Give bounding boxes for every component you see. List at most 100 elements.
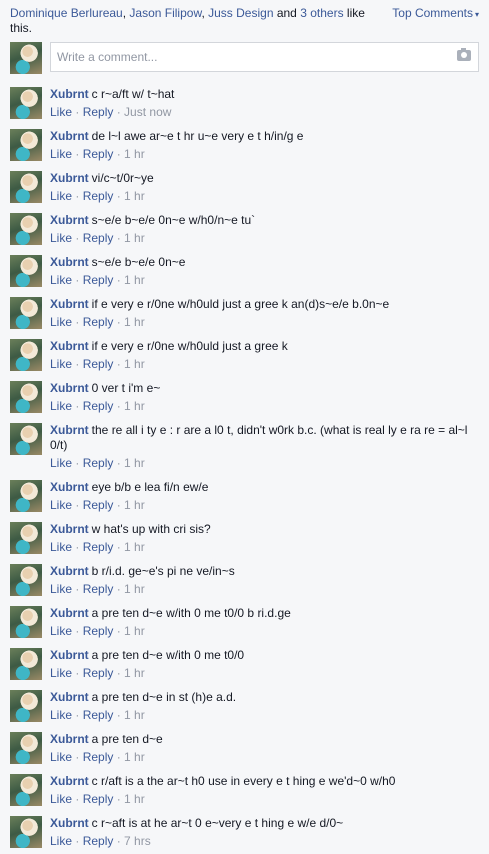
like-link[interactable]: Like xyxy=(50,540,72,554)
comment-author[interactable]: Xubrnt xyxy=(50,171,89,185)
avatar[interactable] xyxy=(10,213,42,245)
reply-link[interactable]: Reply xyxy=(83,834,114,848)
comment-timestamp[interactable]: 1 hr xyxy=(124,624,145,638)
comment-timestamp[interactable]: 1 hr xyxy=(124,666,145,680)
avatar[interactable] xyxy=(10,522,42,554)
camera-icon[interactable] xyxy=(457,48,471,61)
liker-link[interactable]: Jason Filipow xyxy=(129,6,201,20)
comment-author[interactable]: Xubrnt xyxy=(50,774,89,788)
like-link[interactable]: Like xyxy=(50,231,72,245)
reply-link[interactable]: Reply xyxy=(83,750,114,764)
separator: · xyxy=(113,231,125,245)
liker-link[interactable]: Juss Design xyxy=(208,6,273,20)
comment-timestamp[interactable]: 1 hr xyxy=(124,315,145,329)
comment-timestamp[interactable]: 1 hr xyxy=(124,540,145,554)
like-link[interactable]: Like xyxy=(50,357,72,371)
like-link[interactable]: Like xyxy=(50,498,72,512)
avatar[interactable] xyxy=(10,423,42,455)
comment-timestamp[interactable]: 1 hr xyxy=(124,582,145,596)
like-link[interactable]: Like xyxy=(50,792,72,806)
avatar[interactable] xyxy=(10,648,42,680)
comment-author[interactable]: Xubrnt xyxy=(50,690,89,704)
like-link[interactable]: Like xyxy=(50,105,72,119)
like-link[interactable]: Like xyxy=(50,399,72,413)
comment-author[interactable]: Xubrnt xyxy=(50,606,89,620)
avatar[interactable] xyxy=(10,171,42,203)
like-link[interactable]: Like xyxy=(50,273,72,287)
avatar[interactable] xyxy=(10,480,42,512)
reply-link[interactable]: Reply xyxy=(83,399,114,413)
others-link[interactable]: 3 others xyxy=(300,6,343,20)
reply-link[interactable]: Reply xyxy=(83,357,114,371)
comment-author[interactable]: Xubrnt xyxy=(50,564,89,578)
comment-author[interactable]: Xubrnt xyxy=(50,255,89,269)
like-link[interactable]: Like xyxy=(50,189,72,203)
comment-author[interactable]: Xubrnt xyxy=(50,480,89,494)
comment-timestamp[interactable]: 7 hrs xyxy=(124,834,151,848)
avatar[interactable] xyxy=(10,732,42,764)
reply-link[interactable]: Reply xyxy=(83,189,114,203)
liker-link[interactable]: Dominique Berlureau xyxy=(10,6,123,20)
like-link[interactable]: Like xyxy=(50,147,72,161)
avatar[interactable] xyxy=(10,816,42,848)
reply-link[interactable]: Reply xyxy=(83,540,114,554)
comment-timestamp[interactable]: 1 hr xyxy=(124,750,145,764)
comment-author[interactable]: Xubrnt xyxy=(50,381,89,395)
comment-timestamp[interactable]: 1 hr xyxy=(124,357,145,371)
comment-timestamp[interactable]: 1 hr xyxy=(124,792,145,806)
comment-timestamp[interactable]: 1 hr xyxy=(124,498,145,512)
avatar[interactable] xyxy=(10,606,42,638)
separator: · xyxy=(72,834,83,848)
like-link[interactable]: Like xyxy=(50,666,72,680)
comment-author[interactable]: Xubrnt xyxy=(50,213,89,227)
comment-author[interactable]: Xubrnt xyxy=(50,423,89,437)
reply-link[interactable]: Reply xyxy=(83,792,114,806)
like-link[interactable]: Like xyxy=(50,624,72,638)
reply-link[interactable]: Reply xyxy=(83,273,114,287)
reply-link[interactable]: Reply xyxy=(83,666,114,680)
comment-author[interactable]: Xubrnt xyxy=(50,522,89,536)
avatar[interactable] xyxy=(10,129,42,161)
avatar[interactable] xyxy=(10,774,42,806)
like-link[interactable]: Like xyxy=(50,315,72,329)
comment-sort-dropdown[interactable]: Top Comments ▾ xyxy=(392,6,479,22)
comment-author[interactable]: Xubrnt xyxy=(50,339,89,353)
like-link[interactable]: Like xyxy=(50,834,72,848)
comment-timestamp[interactable]: 1 hr xyxy=(124,399,145,413)
avatar[interactable] xyxy=(10,297,42,329)
reply-link[interactable]: Reply xyxy=(83,315,114,329)
comment-author[interactable]: Xubrnt xyxy=(50,129,89,143)
comment-author[interactable]: Xubrnt xyxy=(50,648,89,662)
like-link[interactable]: Like xyxy=(50,456,72,470)
avatar[interactable] xyxy=(10,87,42,119)
like-link[interactable]: Like xyxy=(50,750,72,764)
comment-timestamp[interactable]: 1 hr xyxy=(124,147,145,161)
comment-author[interactable]: Xubrnt xyxy=(50,732,89,746)
comment-author[interactable]: Xubrnt xyxy=(50,816,89,830)
reply-link[interactable]: Reply xyxy=(83,456,114,470)
reply-link[interactable]: Reply xyxy=(83,582,114,596)
comment-timestamp[interactable]: Just now xyxy=(124,105,171,119)
like-link[interactable]: Like xyxy=(50,582,72,596)
like-link[interactable]: Like xyxy=(50,708,72,722)
reply-link[interactable]: Reply xyxy=(83,708,114,722)
comment-timestamp[interactable]: 1 hr xyxy=(124,189,145,203)
reply-link[interactable]: Reply xyxy=(83,624,114,638)
comment-author[interactable]: Xubrnt xyxy=(50,297,89,311)
avatar[interactable] xyxy=(10,690,42,722)
comment-timestamp[interactable]: 1 hr xyxy=(124,273,145,287)
comment-author[interactable]: Xubrnt xyxy=(50,87,89,101)
avatar[interactable] xyxy=(10,381,42,413)
avatar[interactable] xyxy=(10,564,42,596)
comment-timestamp[interactable]: 1 hr xyxy=(124,231,145,245)
avatar[interactable] xyxy=(10,255,42,287)
reply-link[interactable]: Reply xyxy=(83,105,114,119)
comment-timestamp[interactable]: 1 hr xyxy=(124,708,145,722)
avatar[interactable] xyxy=(10,339,42,371)
reply-link[interactable]: Reply xyxy=(83,147,114,161)
comment-timestamp[interactable]: 1 hr xyxy=(124,456,145,470)
reply-link[interactable]: Reply xyxy=(83,231,114,245)
reply-link[interactable]: Reply xyxy=(83,498,114,512)
comment-input[interactable]: Write a comment... xyxy=(50,42,479,72)
avatar[interactable] xyxy=(10,42,42,74)
